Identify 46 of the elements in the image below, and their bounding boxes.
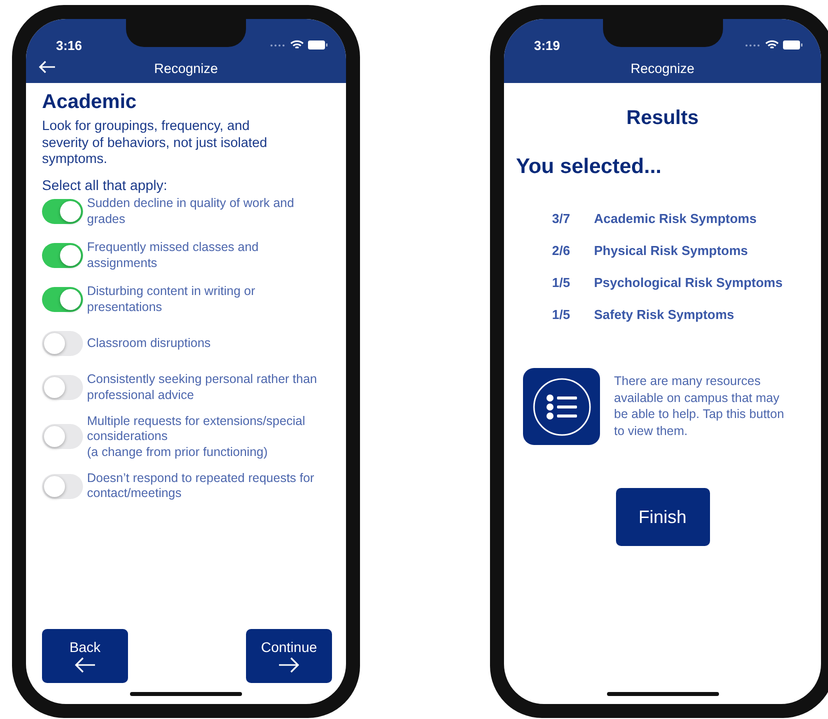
battery-icon	[783, 40, 803, 50]
status-time: 3:19	[534, 38, 560, 53]
result-label: Safety Risk Symptoms	[594, 307, 734, 322]
toggle-switch[interactable]	[42, 287, 83, 312]
result-count: 1/5	[552, 275, 572, 290]
result-label: Academic Risk Symptoms	[594, 211, 757, 226]
resources-text: There are many resources available on campus that may be able to help. Tap this button to view them.	[614, 373, 786, 439]
right-arrow-icon	[278, 657, 300, 673]
result-label: Physical Risk Symptoms	[594, 243, 748, 258]
option-label: Frequently missed classes and assignments	[87, 240, 260, 271]
result-count: 2/6	[552, 243, 572, 258]
toggle-switch[interactable]	[42, 199, 83, 224]
toggle-switch[interactable]	[42, 243, 83, 268]
continue-button[interactable]: Continue	[246, 629, 332, 683]
option-label: Disturbing content in writing or presentations	[87, 284, 256, 315]
wifi-icon	[290, 40, 304, 50]
signal-icon	[745, 44, 761, 46]
back-arrow-icon[interactable]	[38, 60, 56, 74]
result-count: 3/7	[552, 211, 572, 226]
back-button[interactable]: Back	[42, 629, 128, 683]
option-label: Classroom disruptions	[87, 336, 211, 352]
list-icon	[532, 376, 592, 436]
results-subtitle: You selected...	[516, 155, 662, 179]
nav-title: Recognize	[630, 60, 694, 76]
nav-title: Recognize	[154, 60, 218, 76]
signal-icon	[270, 44, 286, 46]
intro-text: Look for groupings, frequency, and severity of behaviors, not just isolated symptoms.	[42, 118, 268, 168]
option-label: Sudden decline in quality of work and grades	[87, 196, 296, 227]
status-time: 3:16	[56, 38, 82, 53]
option-label: Multiple requests for extensions/special considerations (a change from prior functioning)	[87, 414, 306, 460]
prompt-text: Select all that apply:	[42, 176, 168, 192]
wifi-icon	[765, 40, 779, 50]
left-arrow-icon	[74, 657, 96, 673]
toggle-switch[interactable]	[42, 375, 83, 400]
toggle-switch[interactable]	[42, 424, 83, 450]
option-label: Consistently seeking personal rather than professional advice	[87, 372, 318, 403]
finish-button[interactable]: Finish	[616, 488, 710, 546]
battery-icon	[308, 40, 328, 50]
result-count: 1/5	[552, 307, 572, 322]
option-label: Doesn’t respond to repeated requests for contact/meetings	[87, 470, 316, 502]
results-title: Results	[626, 107, 699, 130]
toggle-switch[interactable]	[42, 474, 83, 498]
toggle-switch[interactable]	[42, 331, 83, 356]
resources-button[interactable]	[523, 368, 600, 445]
result-label: Psychological Risk Symptoms	[594, 275, 783, 290]
section-heading: Academic	[42, 91, 136, 114]
